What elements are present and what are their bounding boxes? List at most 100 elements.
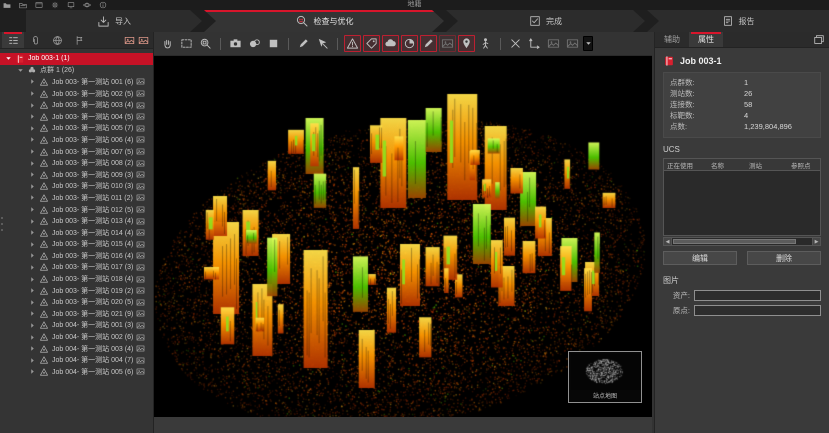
- caret-right-icon[interactable]: [28, 229, 36, 236]
- workflow-step-import[interactable]: 导入: [26, 10, 202, 32]
- tab-properties[interactable]: 属性: [689, 32, 723, 47]
- tree-station-item[interactable]: Job 003- 第一测站 015 (4): [0, 239, 153, 251]
- caret-right-icon[interactable]: [28, 241, 36, 248]
- caret-right-icon[interactable]: [28, 136, 36, 143]
- station-image-icon[interactable]: [136, 228, 145, 237]
- screenshot-icon[interactable]: [564, 35, 581, 52]
- tree-station-item[interactable]: Job 004- 第一测站 004 (7): [0, 354, 153, 366]
- station-image-icon[interactable]: [136, 275, 145, 284]
- tree-station-item[interactable]: Job 003- 第一测站 020 (5): [0, 296, 153, 308]
- layers-panel-icon[interactable]: [813, 32, 829, 47]
- image-view-icon[interactable]: [545, 35, 562, 52]
- tree-root-job[interactable]: Job 003-1 (1): [0, 53, 153, 65]
- tree-station-item[interactable]: Job 003- 第一测站 011 (2): [0, 192, 153, 204]
- tab-globe[interactable]: [46, 32, 68, 48]
- tag-annotation-icon[interactable]: [363, 35, 380, 52]
- caret-right-icon[interactable]: [28, 171, 36, 178]
- caret-right-icon[interactable]: [28, 113, 36, 120]
- minimap[interactable]: 站点地图: [568, 351, 642, 403]
- caret-right-icon[interactable]: [28, 345, 36, 352]
- scroll-left-icon[interactable]: ◀: [663, 237, 672, 246]
- folder-open-icon[interactable]: [19, 1, 27, 9]
- station-image-icon[interactable]: [136, 286, 145, 295]
- caret-right-icon[interactable]: [28, 310, 36, 317]
- tree-station-item[interactable]: Job 003- 第一测站 019 (2): [0, 285, 153, 297]
- caret-right-icon[interactable]: [28, 357, 36, 364]
- station-image-icon[interactable]: [136, 193, 145, 202]
- window-select-icon[interactable]: [178, 35, 195, 52]
- image-marker-icon[interactable]: [439, 35, 456, 52]
- ucs-table-body[interactable]: [664, 171, 820, 235]
- asset-input[interactable]: [694, 290, 821, 301]
- station-image-icon[interactable]: [136, 251, 145, 260]
- orbit-icon[interactable]: [83, 1, 91, 9]
- caret-right-icon[interactable]: [28, 322, 36, 329]
- gear-icon[interactable]: [51, 1, 59, 9]
- images-toggle-off-icon[interactable]: [138, 35, 149, 46]
- station-image-icon[interactable]: [136, 170, 145, 179]
- station-image-icon[interactable]: [136, 159, 145, 168]
- info-icon[interactable]: [99, 1, 107, 9]
- station-image-icon[interactable]: [136, 101, 145, 110]
- edit-button[interactable]: 编辑: [663, 251, 737, 265]
- tree-station-item[interactable]: Job 003- 第一测站 001 (6): [0, 76, 153, 88]
- station-image-icon[interactable]: [136, 135, 145, 144]
- camera-icon[interactable]: [227, 35, 244, 52]
- caret-right-icon[interactable]: [28, 287, 36, 294]
- zoom-window-icon[interactable]: [197, 35, 214, 52]
- tree-station-item[interactable]: Job 003- 第一测站 003 (4): [0, 99, 153, 111]
- caret-right-icon[interactable]: [28, 183, 36, 190]
- caret-right-icon[interactable]: [28, 368, 36, 375]
- caret-right-icon[interactable]: [28, 218, 36, 225]
- tree-station-item[interactable]: Job 004- 第一测站 003 (4): [0, 343, 153, 355]
- tree-station-item[interactable]: Job 003- 第一测站 010 (3): [0, 181, 153, 193]
- tab-attachments[interactable]: [24, 32, 46, 48]
- tab-project-tree[interactable]: [2, 32, 24, 48]
- window-icon[interactable]: [35, 1, 43, 9]
- workflow-step-report[interactable]: 报告: [647, 10, 829, 32]
- images-toggle-icon[interactable]: [124, 35, 135, 46]
- tree-station-item[interactable]: Job 003- 第一测站 018 (4): [0, 273, 153, 285]
- tree-group-pointcloud[interactable]: 点群 1 (26): [0, 65, 153, 77]
- panel-splitter-handle[interactable]: [0, 215, 4, 233]
- station-image-icon[interactable]: [136, 344, 145, 353]
- station-image-icon[interactable]: [136, 240, 145, 249]
- axis-ucs-icon[interactable]: [526, 35, 543, 52]
- tab-markers[interactable]: [68, 32, 90, 48]
- measure-pencil-icon[interactable]: [420, 35, 437, 52]
- station-image-icon[interactable]: [136, 77, 145, 86]
- scrollbar-track[interactable]: [672, 237, 812, 246]
- tree-station-item[interactable]: Job 003- 第一测站 005 (7): [0, 123, 153, 135]
- tree-station-item[interactable]: Job 003- 第一测站 007 (5): [0, 146, 153, 158]
- station-image-icon[interactable]: [136, 298, 145, 307]
- station-image-icon[interactable]: [136, 112, 145, 121]
- pick-point-icon[interactable]: [314, 35, 331, 52]
- pan-hand-icon[interactable]: [159, 35, 176, 52]
- station-image-icon[interactable]: [136, 124, 145, 133]
- draw-pencil-icon[interactable]: [295, 35, 312, 52]
- scroll-right-icon[interactable]: ▶: [812, 237, 821, 246]
- point-cloud-icon[interactable]: [382, 35, 399, 52]
- caret-right-icon[interactable]: [28, 299, 36, 306]
- station-image-icon[interactable]: [136, 333, 145, 342]
- walkthrough-person-icon[interactable]: [477, 35, 494, 52]
- sphere-target-icon[interactable]: [401, 35, 418, 52]
- render-mode-icon[interactable]: [246, 35, 263, 52]
- tree-station-item[interactable]: Job 003- 第一测站 008 (2): [0, 157, 153, 169]
- caret-right-icon[interactable]: [28, 334, 36, 341]
- caret-right-icon[interactable]: [28, 160, 36, 167]
- caret-right-icon[interactable]: [28, 90, 36, 97]
- tree-station-item[interactable]: Job 004- 第一测站 005 (6): [0, 366, 153, 378]
- tab-auxiliary[interactable]: 辅助: [655, 32, 689, 47]
- tree-station-item[interactable]: Job 003- 第一测站 006 (4): [0, 134, 153, 146]
- delete-button[interactable]: 删除: [747, 251, 821, 265]
- clip-cut-icon[interactable]: [507, 35, 524, 52]
- caret-right-icon[interactable]: [28, 125, 36, 132]
- tree-station-item[interactable]: Job 003- 第一测站 004 (5): [0, 111, 153, 123]
- caret-right-icon[interactable]: [28, 148, 36, 155]
- workflow-step-complete[interactable]: 完成: [446, 10, 645, 32]
- more-dropdown-icon[interactable]: [583, 36, 593, 51]
- caret-down-icon[interactable]: [16, 67, 24, 74]
- station-image-icon[interactable]: [136, 205, 145, 214]
- device-icon[interactable]: [67, 1, 75, 9]
